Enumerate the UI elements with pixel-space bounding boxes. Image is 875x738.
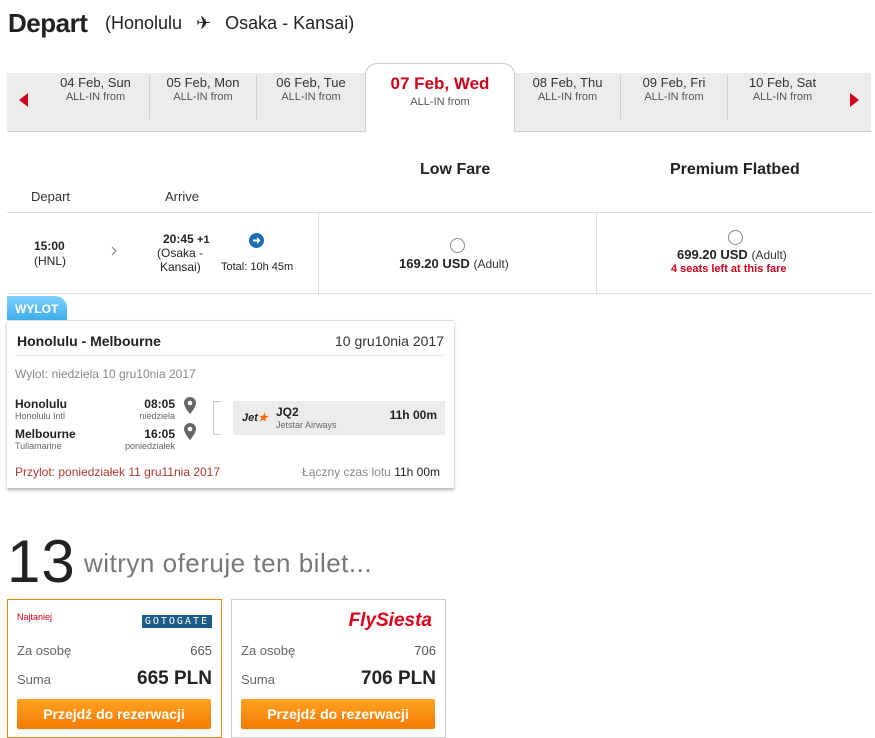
date-tab-07-feb-selected[interactable]: 07 Feb, Wed ALL-IN from <box>365 63 515 132</box>
per-person-row: Za osobę 706 <box>241 643 436 658</box>
chevron-right-icon <box>111 243 117 261</box>
flight-duration: 11h 00m <box>389 408 437 422</box>
sum-row: Suma 706 PLN <box>241 668 436 689</box>
date-tab-08-feb[interactable]: 08 Feb, Thu ALL-IN from <box>515 75 621 119</box>
star-icon: ★ <box>257 412 268 424</box>
prev-date-arrow-icon[interactable] <box>19 93 31 107</box>
flight-number: JQ2 <box>276 405 299 419</box>
flysiesta-logo: FlySiesta <box>348 610 432 631</box>
depart-code: (HNL) <box>34 254 66 268</box>
gotogate-logo: GOTOGATE <box>141 615 212 628</box>
connector-bracket <box>213 401 221 435</box>
divider <box>318 213 319 295</box>
location-pin-icon <box>184 397 196 419</box>
go-to-booking-button[interactable]: Przejdź do rezerwacji <box>17 699 211 729</box>
divider <box>15 355 445 356</box>
arrive-column-header: Arrive <box>165 189 199 204</box>
go-to-booking-button[interactable]: Przejdź do rezerwacji <box>241 699 435 729</box>
plane-icon: ✈ <box>196 13 212 33</box>
wylot-tab: WYLOT <box>7 296 67 320</box>
arrive-plus-day: +1 <box>197 234 210 246</box>
arrive-place-line-2: Kansai) <box>160 260 201 274</box>
low-fare-radio[interactable] <box>450 238 465 253</box>
flight-details-icon[interactable] <box>249 233 264 253</box>
depart-time: 15:00 <box>34 239 65 253</box>
depart-column-header: Depart <box>31 189 71 204</box>
premium-fare-price: 699.20 USD (Adult) <box>677 247 787 262</box>
next-date-arrow-icon[interactable] <box>849 93 861 107</box>
route-summary: (Honolulu ✈ Osaka - Kansai) <box>105 13 354 34</box>
date-tab-04-feb[interactable]: 04 Feb, Sun ALL-IN from <box>42 75 150 119</box>
arrive-place-line-1: (Osaka - <box>157 246 204 260</box>
offers-heading: witryn oferuje ten bilet... <box>84 548 373 578</box>
departure-line: Wylot: niedziela 10 gru10nia 2017 <box>15 367 196 381</box>
location-pin-icon <box>184 423 196 445</box>
premium-fare-radio[interactable] <box>728 230 743 245</box>
jetstar-logo: Jet★ <box>242 412 268 424</box>
card-route: Honolulu - Melbourne <box>17 333 161 349</box>
page-title: Depart <box>8 8 88 38</box>
seats-left-notice: 4 seats left at this fare <box>671 263 787 275</box>
low-fare-header: Low Fare <box>420 161 491 178</box>
premium-flatbed-header: Premium Flatbed <box>670 161 800 178</box>
divider <box>596 213 597 295</box>
sum-row: Suma 665 PLN <box>17 668 212 689</box>
origin-block: Honolulu Honolulu Intl <box>15 397 67 421</box>
date-selector: 04 Feb, Sun ALL-IN from 05 Feb, Mon ALL-… <box>7 63 871 132</box>
offers-count: 13 <box>7 528 76 595</box>
flight-segment[interactable]: Jet★ JQ2 Jetstar Airways 11h 00m <box>233 401 445 435</box>
route-origin: (Honolulu <box>105 13 183 33</box>
card-date: 10 gru10nia 2017 <box>335 333 444 349</box>
arrival-line: Przylot: poniedziałek 11 gru11nia 2017 <box>15 465 221 479</box>
destination-block: Melbourne Tullamarine <box>15 427 76 451</box>
flight-fare-row: 15:00 (HNL) 20:45 +1 (Osaka - Kansai) To… <box>7 212 873 295</box>
arrive-time: 20:45 +1 <box>163 232 210 246</box>
date-tab-09-feb[interactable]: 09 Feb, Fri ALL-IN from <box>621 75 728 119</box>
date-tab-06-feb[interactable]: 06 Feb, Tue ALL-IN from <box>257 75 365 119</box>
offer-card-gotogate: Najtaniej GOTOGATE Za osobę 665 Suma 665… <box>7 599 222 738</box>
total-duration: Total: 10h 45m <box>221 261 294 273</box>
origin-time-block: 08:05 niedziela <box>139 397 175 421</box>
per-person-row: Za osobę 665 <box>17 643 212 658</box>
cheapest-badge: Najtaniej <box>17 612 53 622</box>
route-destination: Osaka - Kansai) <box>225 13 355 33</box>
date-tab-10-feb[interactable]: 10 Feb, Sat ALL-IN from <box>728 75 837 119</box>
total-flight-time: Łączny czas lotu 11h 00m <box>302 465 440 479</box>
destination-time-block: 16:05 poniedziałek <box>124 427 175 451</box>
date-tab-05-feb[interactable]: 05 Feb, Mon ALL-IN from <box>150 75 257 119</box>
airline-name: Jetstar Airways <box>276 420 337 430</box>
flight-detail-card: WYLOT Honolulu - Melbourne 10 gru10nia 2… <box>7 296 454 508</box>
low-fare-price: 169.20 USD (Adult) <box>399 256 509 271</box>
offer-card-flysiesta: FlySiesta Za osobę 706 Suma 706 PLN Prze… <box>231 599 446 738</box>
flight-detail-body: Honolulu - Melbourne 10 gru10nia 2017 Wy… <box>7 320 454 488</box>
